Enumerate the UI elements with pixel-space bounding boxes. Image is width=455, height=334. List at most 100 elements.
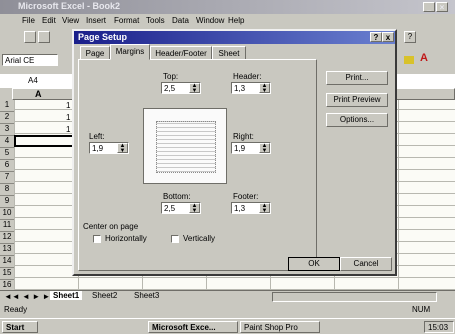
print-button[interactable]: Print... [326, 71, 388, 85]
ok-button[interactable]: OK [288, 257, 340, 271]
cell-a1[interactable]: 1 [66, 101, 70, 110]
clock: 15:03 [424, 321, 454, 333]
spin-arrows-icon[interactable]: ▲ ▼ [259, 203, 270, 214]
spin-arrows-icon[interactable]: ▲ ▼ [259, 143, 270, 154]
open-icon[interactable] [38, 31, 50, 43]
row-headers: 1 2 3 4 5 6 7 8 9 10 11 12 13 14 15 16 [0, 100, 14, 292]
tab-header-footer[interactable]: Header/Footer [150, 46, 212, 60]
spin-arrows-icon[interactable]: ▲ ▼ [259, 83, 270, 94]
footer-label: Footer: [233, 192, 259, 201]
right-margin-value: 1,9 [234, 144, 246, 153]
right-label: Right: [233, 132, 254, 141]
row-header[interactable]: 2 [0, 112, 14, 124]
row-header[interactable]: 12 [0, 232, 14, 244]
top-margin-input[interactable]: 2,5 ▲ ▼ [161, 82, 201, 94]
bottom-margin-input[interactable]: 2,5 ▲ ▼ [161, 202, 201, 214]
excel-title: Microsoft Excel - Book2 [18, 1, 121, 11]
task-excel[interactable]: Microsoft Exce... [148, 321, 238, 333]
menu-file[interactable]: File [22, 16, 35, 25]
header-label: Header: [233, 72, 262, 81]
horizontal-scrollbar[interactable] [272, 292, 437, 302]
page-preview [143, 108, 227, 184]
row-header[interactable]: 3 [0, 124, 14, 136]
task-paintshop[interactable]: Paint Shop Pro [240, 321, 320, 333]
column-a-header[interactable]: A [35, 89, 42, 99]
row-header[interactable]: 15 [0, 268, 14, 280]
row-header[interactable]: 1 [0, 100, 14, 112]
dialog-title: Page Setup [78, 32, 128, 42]
row-header[interactable]: 10 [0, 208, 14, 220]
num-lock-indicator: NUM [412, 305, 431, 314]
footer-margin-input[interactable]: 1,3 ▲ ▼ [231, 202, 271, 214]
cell-a3[interactable]: 1 [66, 125, 70, 134]
excel-titlebar: Microsoft Excel - Book2 _ × [0, 0, 455, 14]
sheet-tab-1[interactable]: Sheet1 [50, 291, 83, 300]
font-color-icon[interactable]: A [420, 52, 428, 64]
row-header[interactable]: 9 [0, 196, 14, 208]
row-header[interactable]: 5 [0, 148, 14, 160]
left-margin-input[interactable]: 1,9 ▲ ▼ [89, 142, 129, 154]
top-label: Top: [163, 72, 179, 81]
new-icon[interactable] [24, 31, 36, 43]
vertically-label[interactable]: Vertically [183, 234, 215, 243]
menu-data[interactable]: Data [172, 16, 189, 25]
menu-bar: File Edit View Insert Format Tools Data … [0, 14, 455, 28]
name-box[interactable]: A4 [28, 76, 38, 85]
dialog-titlebar: Page Setup ? x [74, 31, 395, 44]
menu-edit[interactable]: Edit [42, 16, 56, 25]
row-header[interactable]: 6 [0, 160, 14, 172]
row-header[interactable]: 8 [0, 184, 14, 196]
menu-insert[interactable]: Insert [86, 16, 106, 25]
spin-arrows-icon[interactable]: ▲ ▼ [189, 83, 200, 94]
row-header[interactable]: 7 [0, 172, 14, 184]
menu-help[interactable]: Help [228, 16, 244, 25]
spin-arrows-icon[interactable]: ▲ ▼ [189, 203, 200, 214]
menu-format[interactable]: Format [114, 16, 139, 25]
row-header[interactable]: 13 [0, 244, 14, 256]
menu-tools[interactable]: Tools [146, 16, 165, 25]
row-header[interactable]: 14 [0, 256, 14, 268]
help-button[interactable]: ? [370, 32, 382, 42]
bottom-label: Bottom: [163, 192, 191, 201]
sheet-tab-3[interactable]: Sheet3 [134, 291, 159, 300]
tab-margins[interactable]: Margins [110, 44, 150, 60]
menu-view[interactable]: View [62, 16, 79, 25]
row-header[interactable]: 4 [0, 136, 14, 148]
right-margin-input[interactable]: 1,9 ▲ ▼ [231, 142, 271, 154]
horizontally-checkbox[interactable] [93, 235, 101, 243]
header-margin-value: 1,3 [234, 84, 246, 93]
center-on-page-label: Center on page [83, 222, 139, 231]
spin-arrows-icon[interactable]: ▲ ▼ [117, 143, 128, 154]
start-button[interactable]: Start [2, 321, 38, 333]
horizontally-label[interactable]: Horizontally [105, 234, 147, 243]
cancel-button[interactable]: Cancel [340, 257, 392, 271]
header-margin-input[interactable]: 1,3 ▲ ▼ [231, 82, 271, 94]
row-header[interactable]: 11 [0, 220, 14, 232]
status-text: Ready [4, 305, 28, 314]
active-cell-a4[interactable] [14, 135, 78, 147]
taskbar: Start Microsoft Exce... Paint Shop Pro 1… [0, 318, 455, 334]
help-icon[interactable]: ? [404, 31, 416, 43]
left-label: Left: [89, 132, 105, 141]
top-margin-value: 2,5 [164, 84, 176, 93]
preview-print-area [156, 121, 216, 173]
sheet-tab-bar: ◄◄ ◄ ► ►► Sheet1 Sheet2 Sheet3 [0, 290, 455, 303]
page-setup-dialog: Page Setup ? x Page Margins Header/Foote… [72, 29, 397, 276]
tab-page[interactable]: Page [80, 46, 110, 60]
status-bar: Ready NUM [0, 303, 455, 317]
dialog-close-icon[interactable]: x [382, 32, 394, 42]
bottom-margin-value: 2,5 [164, 204, 176, 213]
tab-sheet[interactable]: Sheet [212, 46, 246, 60]
cell-a2[interactable]: 1 [66, 113, 70, 122]
menu-window[interactable]: Window [196, 16, 224, 25]
sheet-tab-2[interactable]: Sheet2 [92, 291, 117, 300]
font-name-box[interactable]: Arial CE [2, 54, 58, 66]
minimize-button[interactable]: _ [423, 2, 435, 12]
footer-margin-value: 1,3 [234, 204, 246, 213]
close-icon[interactable]: × [436, 2, 448, 12]
print-preview-button[interactable]: Print Preview [326, 93, 388, 107]
options-button[interactable]: Options... [326, 113, 388, 127]
left-margin-value: 1,9 [92, 144, 104, 153]
fill-color-icon[interactable] [404, 56, 414, 64]
vertically-checkbox[interactable] [171, 235, 179, 243]
